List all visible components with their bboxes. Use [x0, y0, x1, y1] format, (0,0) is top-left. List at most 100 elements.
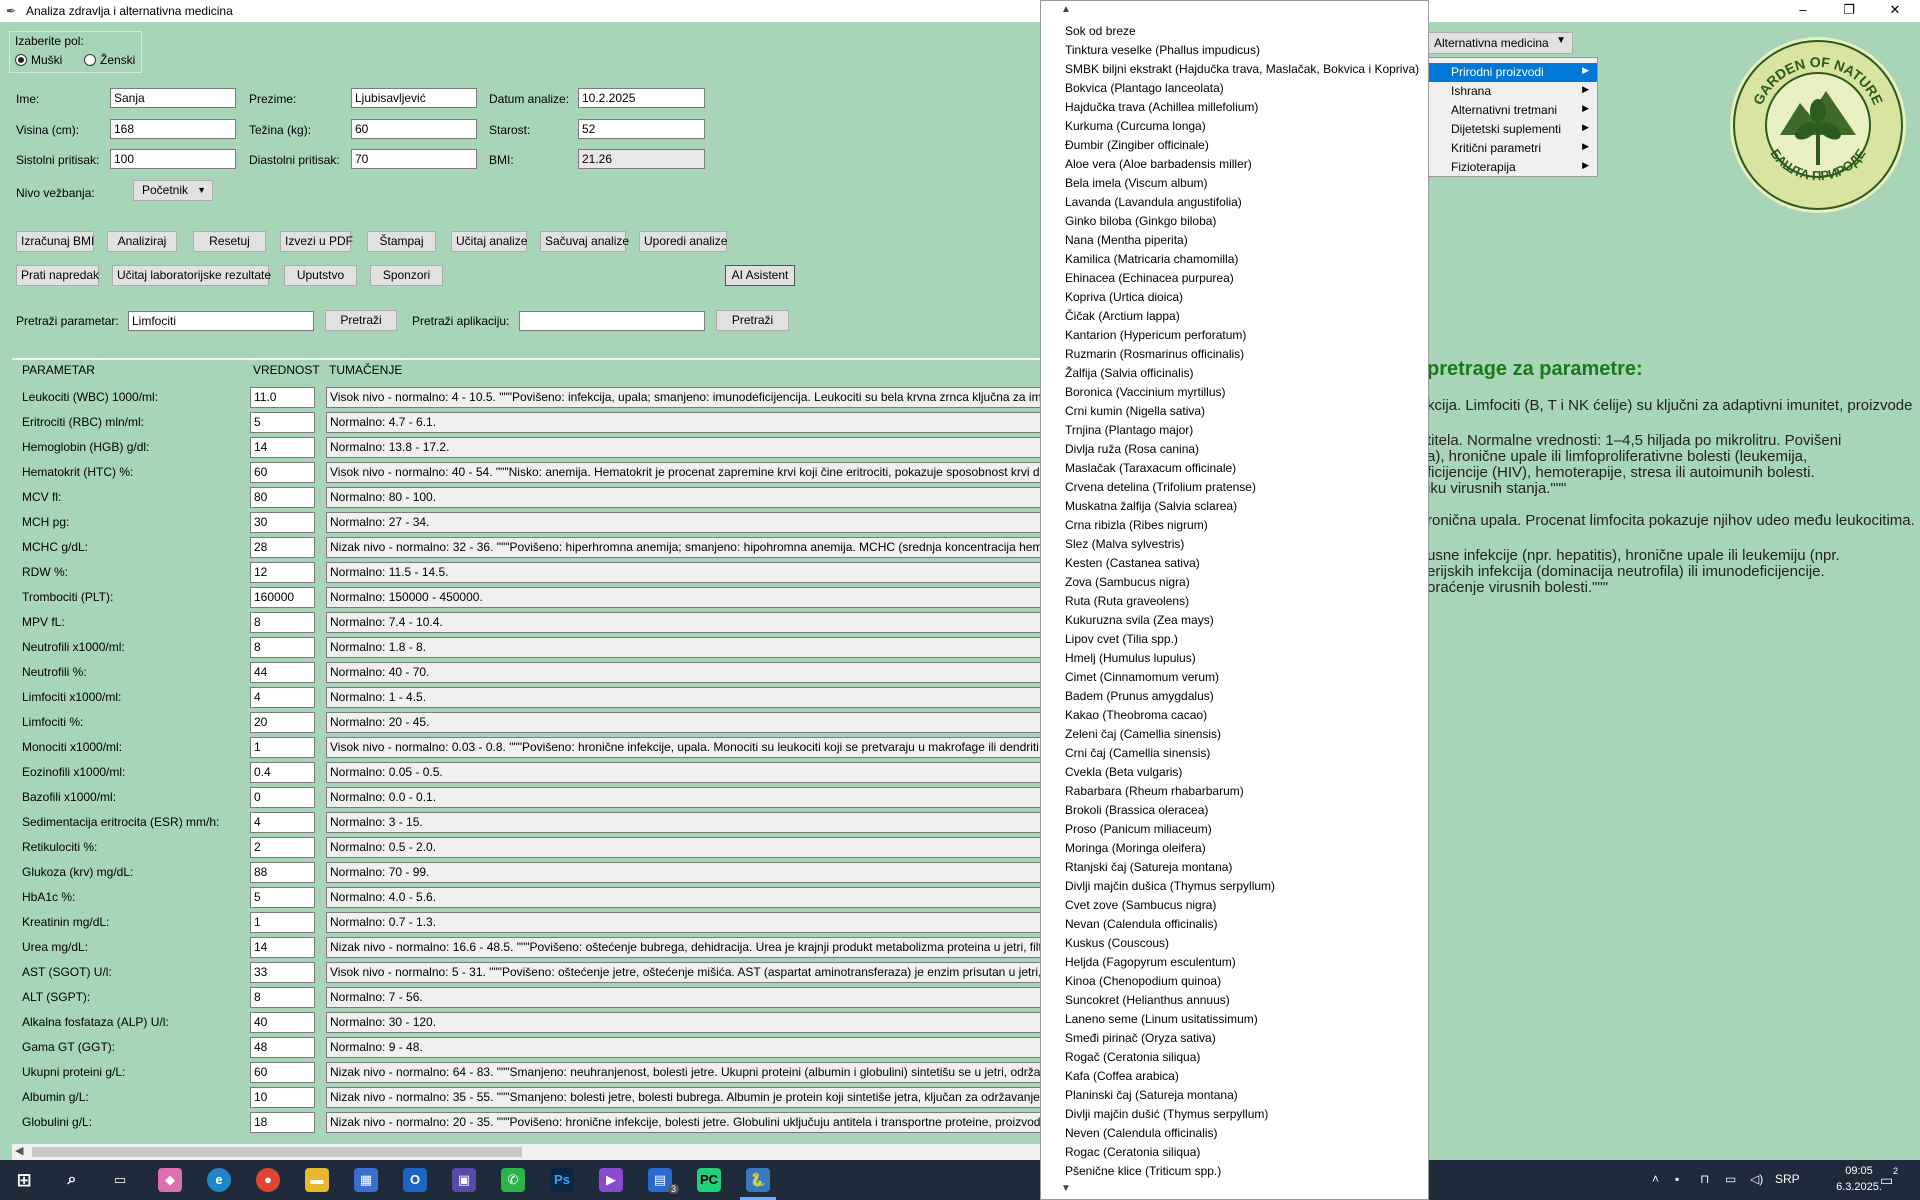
usb-icon[interactable]: ⊓: [1700, 1172, 1709, 1186]
phone-app-icon[interactable]: ✆: [501, 1168, 525, 1192]
parameter-value-input[interactable]: 30: [250, 512, 315, 533]
scrollbar-thumb[interactable]: [32, 1147, 522, 1157]
parameter-value-input[interactable]: 8: [250, 637, 315, 658]
datum-input[interactable]: 10.2.2025: [578, 88, 705, 108]
ucitaj-lab-button[interactable]: Učitaj laboratorijske rezultate: [112, 265, 271, 286]
product-list-item[interactable]: Divlji majčin dušica (Thymus serpyllum): [1065, 879, 1275, 893]
product-list-item[interactable]: Lipov cvet (Tilia spp.): [1065, 632, 1178, 646]
product-list-item[interactable]: Cvekla (Beta vulgaris): [1065, 765, 1182, 779]
parameter-value-input[interactable]: 60: [250, 462, 315, 483]
tray-app-icon[interactable]: ▪: [1675, 1172, 1679, 1186]
parameter-value-input[interactable]: 8: [250, 987, 315, 1008]
product-list-item[interactable]: Crni čaj (Camellia sinensis): [1065, 746, 1210, 760]
resetuj-button[interactable]: Resetuj: [193, 231, 266, 252]
save-disk-icon[interactable]: ▣: [452, 1168, 476, 1192]
product-list-item[interactable]: Zova (Sambucus nigra): [1065, 575, 1190, 589]
product-list-item[interactable]: Kinoa (Chenopodium quinoa): [1065, 974, 1221, 988]
izvezi-pdf-button[interactable]: Izvezi u PDF: [280, 231, 353, 252]
product-list-item[interactable]: Kuskus (Couscous): [1065, 936, 1169, 950]
product-list-item[interactable]: Proso (Panicum miliaceum): [1065, 822, 1212, 836]
product-list-item[interactable]: Crni kumin (Nigella sativa): [1065, 404, 1205, 418]
copilot-icon[interactable]: ◆: [158, 1168, 182, 1192]
parameter-value-input[interactable]: 48: [250, 1037, 315, 1058]
product-list-item[interactable]: Čičak (Arctium lappa): [1065, 309, 1180, 323]
parameter-value-input[interactable]: 10: [250, 1087, 315, 1108]
diastolni-input[interactable]: 70: [351, 149, 477, 169]
submenu-item[interactable]: Dijetetski suplementi ▶: [1429, 120, 1597, 139]
windows-start-icon[interactable]: ⊞: [12, 1168, 36, 1192]
chrome-icon[interactable]: ●: [256, 1168, 280, 1192]
radio-male[interactable]: Muški: [15, 53, 62, 67]
product-list-item[interactable]: Hmelj (Humulus lupulus): [1065, 651, 1196, 665]
radio-female[interactable]: Ženski: [84, 53, 135, 67]
product-list-item[interactable]: Pšenične klice (Triticum spp.): [1065, 1164, 1221, 1178]
ai-asistent-button[interactable]: AI Asistent: [725, 265, 795, 286]
sponzori-button[interactable]: Sponzori: [370, 265, 443, 286]
parameter-value-input[interactable]: 14: [250, 437, 315, 458]
scroll-up-icon[interactable]: ▲: [1061, 4, 1071, 15]
product-list-item[interactable]: Smeđi pirinač (Oryza sativa): [1065, 1031, 1216, 1045]
product-list-item[interactable]: Rabarbara (Rheum rhabarbarum): [1065, 784, 1244, 798]
parametar-search-input[interactable]: Limfociti: [128, 311, 314, 331]
product-list-item[interactable]: Cimet (Cinnamomum verum): [1065, 670, 1219, 684]
notification-icon[interactable]: ▭: [1880, 1172, 1893, 1189]
product-list-item[interactable]: Kantarion (Hypericum perforatum): [1065, 328, 1246, 342]
pycharm-icon[interactable]: PC: [697, 1168, 721, 1192]
product-list-item[interactable]: Badem (Prunus amygdalus): [1065, 689, 1214, 703]
product-list-item[interactable]: Rogac (Ceratonia siliqua): [1065, 1145, 1200, 1159]
product-list-item[interactable]: Sok od breze: [1065, 24, 1136, 38]
parameter-value-input[interactable]: 1: [250, 912, 315, 933]
parameter-value-input[interactable]: 2: [250, 837, 315, 858]
parameter-value-input[interactable]: 18: [250, 1112, 315, 1133]
product-list-item[interactable]: Lavanda (Lavandula angustifolia): [1065, 195, 1242, 209]
product-list-item[interactable]: Brokoli (Brassica oleracea): [1065, 803, 1208, 817]
product-list-item[interactable]: Moringa (Moringa oleifera): [1065, 841, 1206, 855]
izracunaj-bmi-button[interactable]: Izračunaj BMI: [16, 231, 94, 252]
parameter-value-input[interactable]: 40: [250, 1012, 315, 1033]
parameter-value-input[interactable]: 20: [250, 712, 315, 733]
task-view-icon[interactable]: ▭: [108, 1168, 132, 1192]
product-list-item[interactable]: Nevan (Calendula officinalis): [1065, 917, 1218, 931]
starost-input[interactable]: 52: [578, 119, 705, 139]
product-list-item[interactable]: Bela imela (Viscum album): [1065, 176, 1208, 190]
product-list-item[interactable]: Ehinacea (Echinacea purpurea): [1065, 271, 1234, 285]
product-list-item[interactable]: Suncokret (Helianthus annuus): [1065, 993, 1230, 1007]
uporedi-analize-button[interactable]: Uporedi analize: [639, 231, 727, 252]
submenu-item[interactable]: Prirodni proizvodi ▶: [1429, 63, 1597, 82]
product-list-item[interactable]: Planinski čaj (Satureja montana): [1065, 1088, 1238, 1102]
parameter-value-input[interactable]: 0.4: [250, 762, 315, 783]
parameter-value-input[interactable]: 88: [250, 862, 315, 883]
aplikacija-search-input[interactable]: [519, 311, 705, 331]
product-list-item[interactable]: Zeleni čaj (Camellia sinensis): [1065, 727, 1221, 741]
product-list-item[interactable]: Kafa (Coffea arabica): [1065, 1069, 1179, 1083]
close-button[interactable]: ✕: [1872, 0, 1918, 22]
product-dropdown-list[interactable]: ▲ Sok od breze Tinktura veselke (Phallus …: [1040, 0, 1429, 1200]
product-list-item[interactable]: Rogač (Ceratonia siliqua): [1065, 1050, 1200, 1064]
photoshop-icon[interactable]: Ps: [550, 1168, 574, 1192]
parameter-value-input[interactable]: 1: [250, 737, 315, 758]
submenu-item[interactable]: Kritični parametri ▶: [1429, 139, 1597, 158]
scroll-left-icon[interactable]: ◀: [15, 1144, 23, 1157]
product-list-item[interactable]: Maslačak (Taraxacum officinale): [1065, 461, 1236, 475]
pretrazi-parametar-button[interactable]: Pretraži: [325, 310, 397, 331]
product-list-item[interactable]: Heljda (Fagopyrum esculentum): [1065, 955, 1236, 969]
radio-female-dot[interactable]: [84, 54, 96, 66]
pretrazi-aplikaciju-button[interactable]: Pretraži: [716, 310, 789, 331]
parameter-value-input[interactable]: 4: [250, 687, 315, 708]
maximize-button[interactable]: ❐: [1826, 0, 1872, 22]
ucitaj-analize-button[interactable]: Učitaj analize: [451, 231, 527, 252]
product-list-item[interactable]: Ruta (Ruta graveolens): [1065, 594, 1189, 608]
product-list-item[interactable]: Crvena detelina (Trifolium pratense): [1065, 480, 1256, 494]
product-list-item[interactable]: Đumbir (Zingiber officinale): [1065, 138, 1209, 152]
product-list-item[interactable]: Trnjina (Plantago major): [1065, 423, 1193, 437]
prezime-input[interactable]: Ljubisavljević: [351, 88, 477, 108]
language-indicator[interactable]: SRP: [1775, 1172, 1800, 1186]
search-icon[interactable]: ⌕: [60, 1168, 84, 1192]
parameter-value-input[interactable]: 33: [250, 962, 315, 983]
product-list-item[interactable]: Nana (Mentha piperita): [1065, 233, 1188, 247]
python-icon[interactable]: 🐍: [746, 1168, 770, 1192]
minimize-button[interactable]: –: [1780, 0, 1826, 22]
tray-chevron-up-icon[interactable]: ˄: [1652, 1172, 1659, 1186]
parameter-value-input[interactable]: 12: [250, 562, 315, 583]
product-list-item[interactable]: Aloe vera (Aloe barbadensis miller): [1065, 157, 1252, 171]
